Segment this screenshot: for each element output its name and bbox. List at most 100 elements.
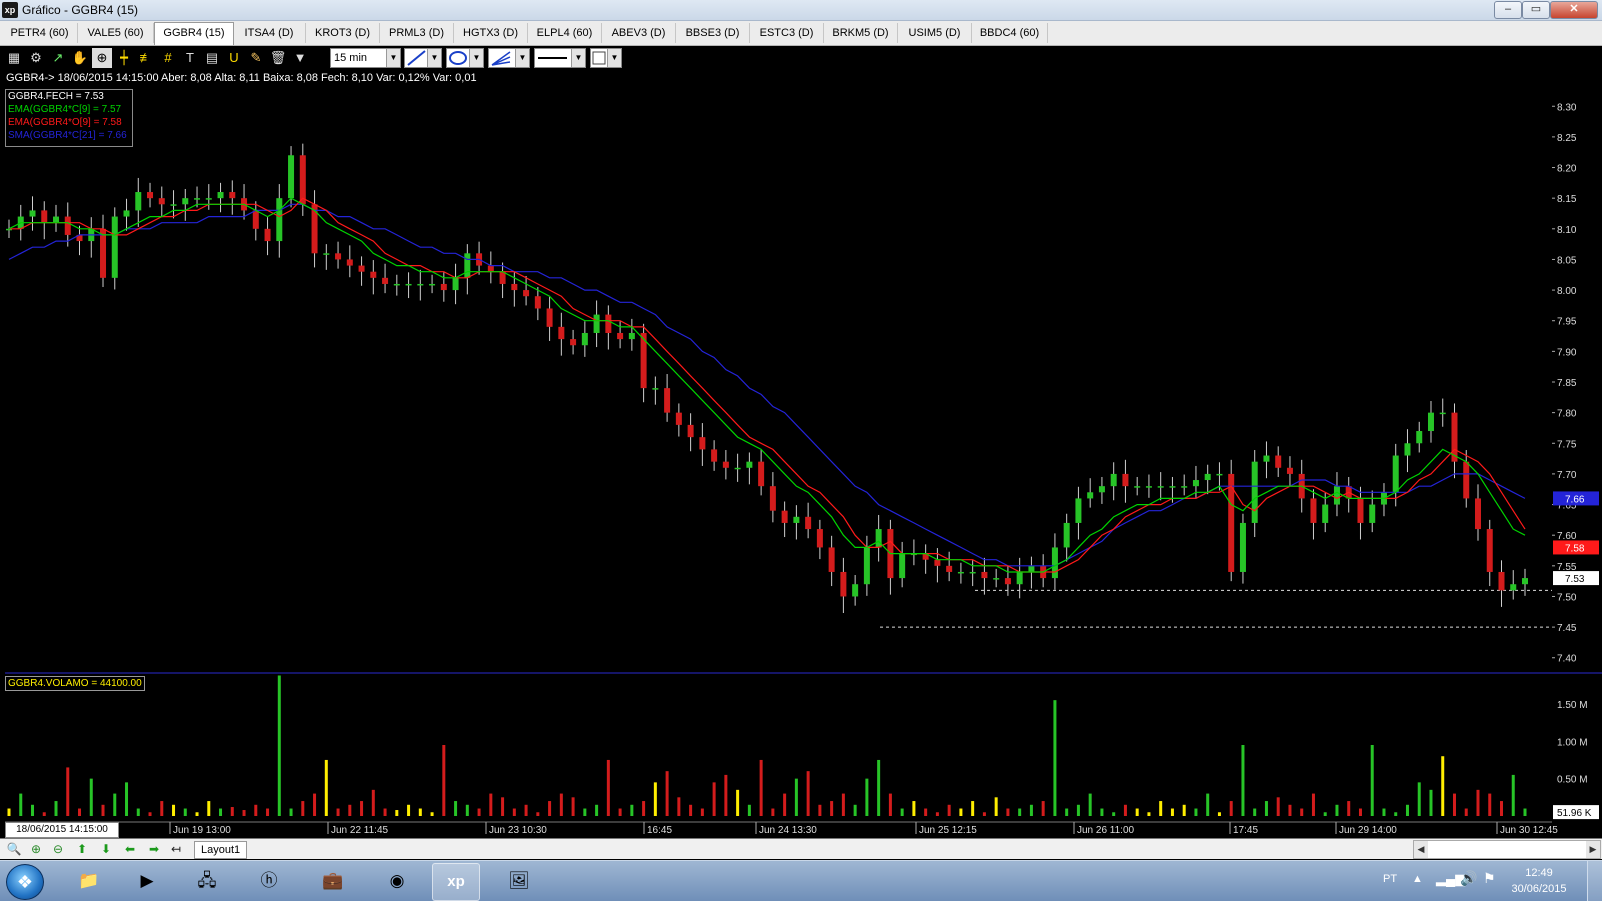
price-chart[interactable]: 8.30 8.25 8.20 8.15 8.10 8.05 8.00 7.95 7.90 7.85… xyxy=(0,66,1602,836)
tab-petr4[interactable]: PETR4 (60) xyxy=(2,23,78,43)
trash-icon[interactable]: 🗑 xyxy=(268,48,288,68)
candle-body xyxy=(1145,486,1152,488)
volume-bar xyxy=(1123,804,1127,816)
volume-bar xyxy=(853,804,857,816)
flag-icon[interactable]: ⚑ xyxy=(1483,870,1496,887)
arrow-right-icon[interactable]: ➡ xyxy=(144,840,164,858)
scroll-right-icon[interactable]: ▶ xyxy=(1586,841,1600,858)
crosshair-icon[interactable]: ┿ xyxy=(114,48,134,68)
layout-tab[interactable]: Layout1 xyxy=(194,841,248,859)
tab-estc3[interactable]: ESTC3 (D) xyxy=(750,23,824,43)
tab-vale5[interactable]: VALE5 (60) xyxy=(78,23,154,43)
price-tick-label: 7.50 xyxy=(1557,592,1577,603)
volume-bar xyxy=(806,771,810,816)
candle-body xyxy=(581,332,588,346)
cursor-icon[interactable]: ↗ xyxy=(48,48,68,68)
filter-icon[interactable]: ▼ xyxy=(290,48,310,68)
volume-bar xyxy=(865,778,869,816)
tab-bbse3[interactable]: BBSE3 (D) xyxy=(676,23,750,43)
magnet-icon[interactable]: U xyxy=(224,48,244,68)
zoom-fit-icon[interactable]: 🔍 xyxy=(4,840,24,858)
volume-bar xyxy=(442,745,446,816)
text-icon[interactable]: T xyxy=(180,48,200,68)
candle-body xyxy=(875,529,882,548)
arrow-up-icon[interactable]: ⬆ xyxy=(72,840,92,858)
explorer-icon[interactable]: 📁 xyxy=(66,863,112,899)
clock[interactable]: 12:49 30/06/2015 xyxy=(1508,865,1570,897)
candle-body xyxy=(158,198,165,205)
candle-body xyxy=(558,326,565,340)
clock-time: 12:49 xyxy=(1525,867,1553,879)
tab-usim5[interactable]: USIM5 (D) xyxy=(898,23,972,43)
tab-hgtx3[interactable]: HGTX3 (D) xyxy=(454,23,528,43)
time-tick-label: Jun 22 11:45 xyxy=(331,825,389,836)
color-select[interactable]: ▼ xyxy=(590,48,622,68)
start-button[interactable]: ❖ xyxy=(6,864,44,900)
volume-bar xyxy=(1006,808,1010,816)
candle-body xyxy=(123,210,130,217)
volume-icon[interactable]: 🔊 xyxy=(1460,870,1477,887)
horizontal-scrollbar[interactable]: ◀ ▶ xyxy=(1413,840,1601,859)
zoom-out-icon[interactable]: ⊖ xyxy=(48,840,68,858)
hand-icon[interactable]: ✋ xyxy=(70,48,90,68)
xp-icon[interactable]: xp xyxy=(432,863,480,901)
candle-body xyxy=(1028,565,1035,572)
tab-abev3[interactable]: ABEV3 (D) xyxy=(602,23,676,43)
gear-icon[interactable]: ⚙ xyxy=(26,48,46,68)
arrow-left-icon[interactable]: ⬅ xyxy=(120,840,140,858)
close-button[interactable]: ✕ xyxy=(1550,1,1598,19)
tab-ggbr4[interactable]: GGBR4 (15) xyxy=(154,22,234,45)
tab-bbdc4[interactable]: BBDC4 (60) xyxy=(972,23,1048,43)
fibonacci-icon[interactable]: ≢ xyxy=(136,48,156,68)
time-tick-label: Jun 19 13:00 xyxy=(173,825,231,836)
candle-body xyxy=(1357,498,1364,523)
volume-bar xyxy=(712,782,716,816)
chrome-icon[interactable]: ◉ xyxy=(374,863,420,899)
fan-tool-select[interactable]: ▼ xyxy=(488,48,530,68)
candle-body xyxy=(288,155,295,199)
volume-bar xyxy=(512,808,516,816)
tab-krot3[interactable]: KROT3 (D) xyxy=(306,23,380,43)
ellipse-tool-select[interactable]: ▼ xyxy=(446,48,484,68)
briefcase-icon[interactable]: 💼 xyxy=(310,863,356,899)
tray-expand-icon[interactable]: ▲ xyxy=(1412,873,1423,885)
tab-itsa4[interactable]: ITSA4 (D) xyxy=(233,23,306,43)
volume-bar xyxy=(277,675,281,816)
candle-body xyxy=(1051,547,1058,579)
candle-body xyxy=(957,571,964,574)
photos-icon[interactable]: 🖼 xyxy=(496,863,542,899)
minimize-button[interactable]: – xyxy=(1494,1,1522,19)
candle-body xyxy=(1004,578,1011,585)
volume-bar xyxy=(1018,808,1022,816)
volume-bar xyxy=(935,812,939,816)
zoom-box-icon[interactable]: ⊕ xyxy=(92,48,112,68)
brush-icon[interactable]: ✎ xyxy=(246,48,266,68)
line-tool-select[interactable]: ▼ xyxy=(404,48,442,68)
candle-body xyxy=(1427,412,1434,432)
tab-prml3[interactable]: PRML3 (D) xyxy=(380,23,454,43)
tab-elpl4[interactable]: ELPL4 (60) xyxy=(528,23,602,43)
volume-bar xyxy=(7,808,11,816)
language-indicator[interactable]: PT xyxy=(1383,873,1397,885)
network-icon[interactable]: 🖧 xyxy=(184,863,230,899)
time-tick-label: 16:45 xyxy=(647,825,672,836)
grid-icon[interactable]: # xyxy=(158,48,178,68)
scroll-left-icon[interactable]: ◀ xyxy=(1414,841,1428,858)
maximize-button[interactable]: ▭ xyxy=(1522,1,1550,19)
candle-body xyxy=(229,192,236,199)
candle-body xyxy=(111,216,118,278)
arrow-down-icon[interactable]: ⬇ xyxy=(96,840,116,858)
zoom-in-icon[interactable]: ⊕ xyxy=(26,840,46,858)
candle-body xyxy=(53,216,60,223)
hp-icon[interactable]: ⓗ xyxy=(246,863,292,899)
chart-icon[interactable]: ▦ xyxy=(4,48,24,68)
media-player-icon[interactable]: ▶ xyxy=(124,863,170,899)
ticker-tab-bar: PETR4 (60) VALE5 (60) GGBR4 (15) ITSA4 (D) K… xyxy=(0,21,1602,46)
price-tag-label: 7.66 xyxy=(1565,494,1585,505)
back-icon[interactable]: ↤ xyxy=(166,840,186,858)
show-desktop-button[interactable] xyxy=(1587,861,1602,901)
line-style-select[interactable]: ▼ xyxy=(534,48,586,68)
interval-select[interactable]: 15 min ▼ xyxy=(330,48,401,68)
calculator-icon[interactable]: ▤ xyxy=(202,48,222,68)
tab-brkm5[interactable]: BRKM5 (D) xyxy=(824,23,898,43)
